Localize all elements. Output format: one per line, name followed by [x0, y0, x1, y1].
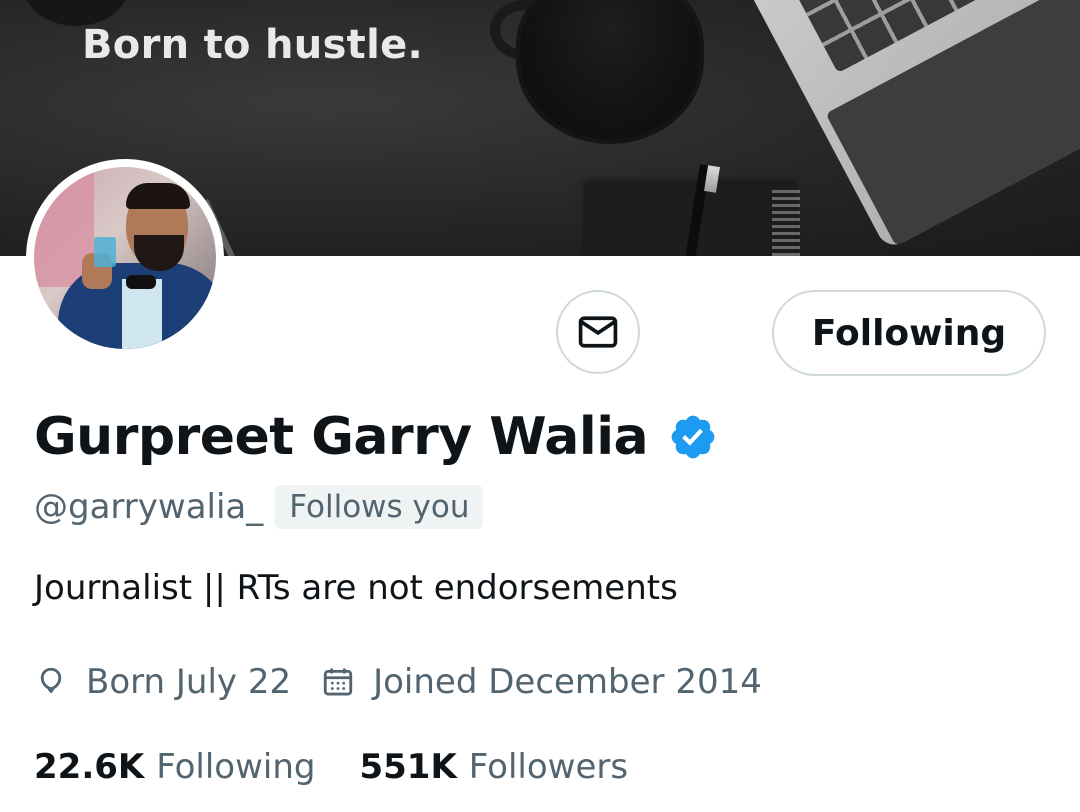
envelope-icon: [578, 316, 618, 348]
display-name: Gurpreet Garry Walia: [34, 407, 649, 467]
following-label: Following: [156, 747, 316, 787]
profile-meta: Born July 22 Joined December 2014: [34, 656, 762, 708]
avatar-photo-glass: [94, 237, 116, 267]
avatar-photo-hair: [126, 183, 190, 209]
profile-stats: 22.6K Following 551K Followers: [34, 742, 628, 792]
follows-you-badge: Follows you: [275, 485, 484, 529]
calendar-icon: [323, 668, 353, 696]
verified-badge-icon[interactable]: [668, 412, 718, 462]
name-row: Gurpreet Garry Walia: [34, 402, 718, 472]
balloon-icon: [40, 667, 62, 694]
message-button[interactable]: [556, 290, 640, 374]
banner-tagline: Born to hustle.: [82, 22, 424, 68]
username-handle: @garrywalia_: [34, 487, 264, 527]
avatar-photo-bowtie: [126, 275, 156, 289]
banner-mug: [520, 0, 700, 140]
followers-stat-link[interactable]: 551K Followers: [359, 747, 628, 787]
birthday-item: Born July 22: [34, 662, 291, 702]
joined-item: Joined December 2014: [321, 662, 762, 702]
banner-notebook-spiral: [772, 190, 800, 256]
handle-row: @garrywalia_ Follows you: [34, 482, 484, 532]
birthday-text: Born July 22: [86, 662, 292, 702]
following-count: 22.6K: [34, 747, 145, 787]
followers-label: Followers: [468, 747, 629, 787]
avatar-photo-shirt: [122, 279, 162, 349]
profile-bio: Journalist || RTs are not endorsements: [34, 568, 678, 608]
joined-text: Joined December 2014: [373, 662, 762, 702]
profile-avatar[interactable]: [26, 159, 224, 357]
avatar-photo: [34, 167, 216, 349]
following-stat-link[interactable]: 22.6K Following: [34, 747, 315, 787]
followers-count: 551K: [359, 747, 457, 787]
following-button[interactable]: Following: [772, 290, 1046, 376]
